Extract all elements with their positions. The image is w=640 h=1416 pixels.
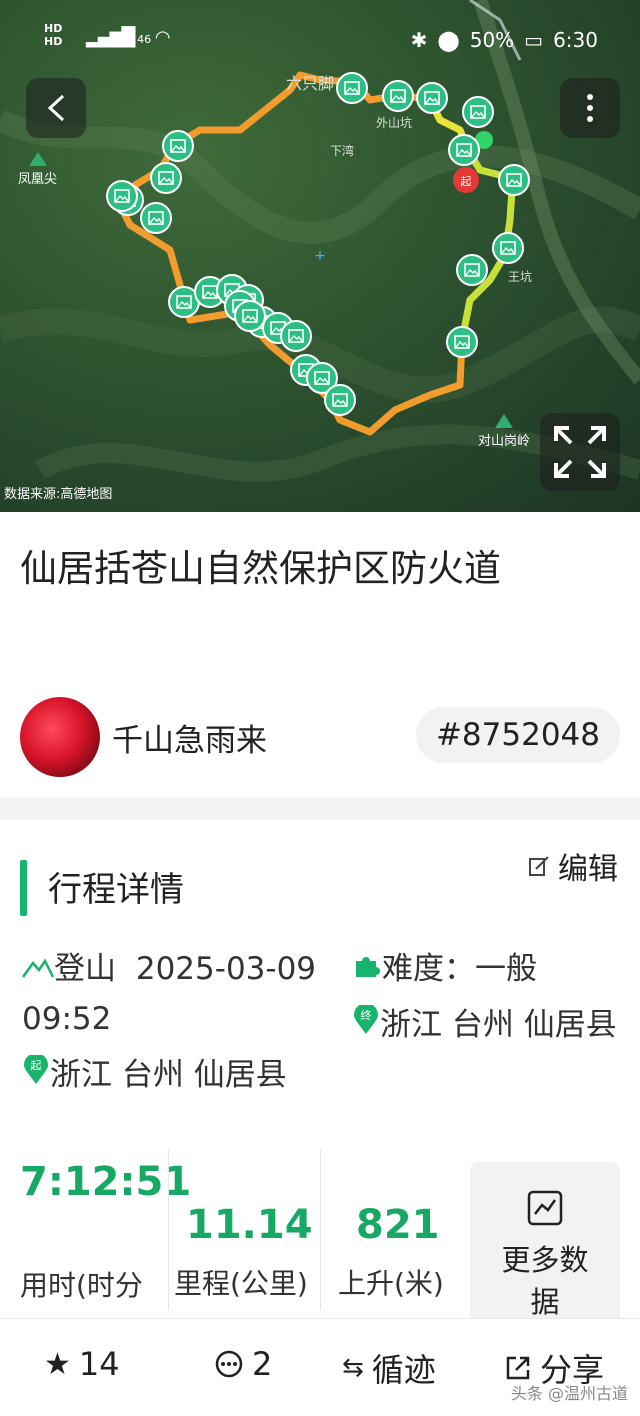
chart-icon [527,1190,563,1226]
photo-marker-icon[interactable] [456,254,488,286]
fullscreen-button[interactable] [540,413,620,491]
favorite-button[interactable]: ★ 14 [44,1345,120,1383]
status-bar: HD HD ▂▄▆█ 46 ◠ ✱ ⬤ 50% ▭ 6:30 [0,0,640,72]
follow-track-label: 循迹 [371,1351,436,1389]
more-vertical-icon [587,94,593,122]
author-row[interactable]: 千山急雨来 #8752048 [20,697,620,777]
more-menu-button[interactable] [560,78,620,138]
photo-marker-icon[interactable] [140,202,172,234]
start-pin-icon: 起 [24,1053,48,1084]
stat-separator [320,1150,321,1310]
signal-icon: ▂▄▆█ 46 ◠ [86,27,171,48]
start-time-info: 登山 2025-03-09 09:52 [21,944,342,1044]
edit-button[interactable]: 编辑 [528,844,618,888]
end-place-info: 终浙江 台州 仙居县 [352,1000,622,1050]
start-place: 浙江 台州 仙居县 [50,1057,287,1093]
mountain-icon [21,958,55,978]
photo-marker-icon[interactable] [382,80,414,112]
distance-label: 里程(公里) [174,1267,308,1300]
map-label-waishankeng: 外山坑 [376,116,413,130]
photo-marker-icon[interactable] [416,82,448,114]
ascent-value: 821 [356,1202,440,1248]
svg-text:+: + [314,248,326,264]
start-place-info: 起浙江 台州 仙居县 [22,1050,342,1100]
duration-label: 用时(时分秒) [20,1269,143,1302]
route-map[interactable]: 起 + 凤凰尖 对山岗岭 六只脚 下湾 外山坑 王坑 HD HD ▂▄▆█ 46 … [0,0,640,512]
back-button[interactable] [26,78,86,138]
photo-marker-icon[interactable] [234,300,266,332]
more-data-label: 更多数据 [501,1243,589,1319]
edit-icon [529,856,549,876]
battery-icon: ▭ [524,28,544,52]
comment-icon [215,1350,243,1378]
expand-icon [554,426,606,478]
map-label-xiawan: 下湾 [330,144,355,158]
map-label-liuzhijiao: 六只脚 [286,74,335,93]
clock: 6:30 [553,28,598,52]
author-name[interactable]: 千山急雨来 [112,715,267,760]
watermark: 头条 @温州古道 [510,1384,628,1403]
photo-marker-icon[interactable] [106,180,138,212]
photo-marker-icon[interactable] [462,96,494,128]
battery-label: 50% [469,28,515,52]
map-label-wangkeng: 王坑 [508,270,533,284]
photo-marker-icon[interactable] [324,384,356,416]
peak-duishangangling: 对山岗岭 [478,414,530,449]
stat-separator [168,1150,169,1310]
photo-marker-icon[interactable] [448,134,480,166]
photo-marker-icon[interactable] [162,130,194,162]
location-icon: ⬤ [437,28,460,52]
ascent-label: 上升(米) [338,1267,444,1300]
end-place: 浙江 台州 仙居县 [380,1007,617,1043]
bluetooth-icon: ✱ [410,28,428,52]
activity-type: 登山 [54,951,116,987]
section-title: 行程详情 [48,870,184,910]
share-icon [506,1356,530,1380]
edit-label: 编辑 [558,852,618,887]
photo-marker-icon[interactable] [446,326,478,358]
section-accent-bar [20,860,27,916]
hd-indicator: HD HD [44,22,63,48]
photo-marker-icon[interactable] [492,232,524,264]
end-pin-icon: 终 [354,1003,378,1034]
photo-marker-icon[interactable] [498,164,530,196]
chevron-left-icon [47,94,65,122]
distance-value: 11.14 [186,1202,313,1248]
svg-text:起: 起 [461,175,472,188]
difficulty-info: 难度：一般 [352,944,622,994]
photo-marker-icon[interactable] [336,72,368,104]
avatar[interactable] [20,697,100,777]
difficulty-label: 难度：一般 [382,951,537,987]
more-data-button[interactable]: 更多数据 [470,1162,620,1332]
comment-button[interactable]: 2 [214,1345,272,1383]
trip-id-badge: #8752048 [415,707,620,763]
star-icon: ★ [44,1346,71,1382]
puzzle-icon [356,957,380,977]
photo-marker-icon[interactable] [150,162,182,194]
map-source: 数据来源:高德地图 [4,487,113,502]
follow-track-button[interactable]: ⇆ 循迹 [342,1345,436,1391]
svg-text:起: 起 [31,1059,42,1072]
photo-marker-icon[interactable] [280,320,312,352]
favorite-count: 14 [78,1345,120,1383]
duration-value: 7:12:51 [20,1159,192,1205]
section-divider [0,798,640,820]
bottom-action-bar: ★ 14 2 ⇆ 循迹 分享 头条 @温州古道 [0,1318,640,1416]
comment-count: 2 [252,1345,273,1383]
swap-icon: ⇆ [342,1353,364,1383]
trip-title: 仙居括苍山自然保护区防火道 [20,547,501,590]
peak-fenghuangjian: 凤凰尖 [18,152,57,187]
svg-text:终: 终 [361,1008,372,1022]
